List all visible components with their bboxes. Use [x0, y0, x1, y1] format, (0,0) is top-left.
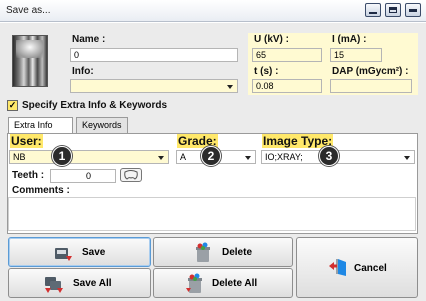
chevron-down-icon: [227, 85, 233, 89]
save-all-icon: [45, 277, 63, 293]
extra-info-checkbox-label: Specify Extra Info & Keywords: [22, 100, 168, 111]
close-button[interactable]: [405, 3, 421, 17]
current-field[interactable]: 15: [330, 48, 382, 62]
callout-badge-1: 1: [52, 146, 72, 166]
chevron-down-icon: [245, 156, 251, 160]
maximize-icon: [389, 7, 397, 13]
user-dropdown[interactable]: NB: [9, 150, 169, 164]
current-label: I (mA) :: [332, 34, 367, 45]
delete-all-label: Delete All: [212, 278, 258, 289]
tab-keywords[interactable]: Keywords: [76, 117, 128, 133]
cancel-button[interactable]: Cancel: [296, 237, 418, 298]
delete-button[interactable]: Delete: [153, 237, 293, 267]
tooth-icon: [124, 170, 138, 180]
save-label: Save: [82, 247, 106, 258]
teeth-field[interactable]: 0: [50, 169, 116, 183]
trash-icon: [196, 242, 210, 262]
info-dropdown[interactable]: [70, 79, 238, 93]
dap-field[interactable]: [330, 79, 412, 93]
callout-badge-3: 3: [319, 146, 339, 166]
grade-value: A: [180, 152, 187, 162]
save-all-button[interactable]: Save All: [8, 268, 151, 298]
comments-label: Comments :: [12, 185, 70, 196]
image-type-value: IO;XRAY;: [265, 152, 303, 162]
comments-textarea[interactable]: [8, 197, 416, 231]
chevron-down-icon: [158, 156, 164, 160]
maximize-button[interactable]: [385, 3, 401, 17]
callout-badge-2: 2: [201, 146, 221, 166]
tab-extra-info[interactable]: Extra Info: [8, 117, 73, 134]
minimize-icon: [369, 12, 377, 14]
chevron-down-icon: [404, 156, 410, 160]
user-value: NB: [13, 152, 26, 162]
name-label: Name :: [72, 34, 106, 45]
delete-all-button[interactable]: Delete All: [153, 268, 293, 298]
exit-door-icon: [329, 259, 346, 276]
minimize-button[interactable]: [365, 3, 381, 17]
teeth-chart-button[interactable]: [120, 168, 142, 182]
dap-label: DAP (mGycm²) :: [332, 66, 409, 77]
user-label: User:: [10, 134, 43, 148]
title-bar: Save as...: [0, 0, 426, 22]
time-field[interactable]: 0.08: [252, 79, 322, 93]
save-button[interactable]: Save: [8, 237, 151, 267]
window-title: Save as...: [6, 5, 51, 16]
voltage-label: U (kV) :: [254, 34, 289, 45]
voltage-field[interactable]: 65: [252, 48, 322, 62]
teeth-label: Teeth :: [12, 170, 45, 181]
xray-thumbnail: [12, 35, 48, 87]
info-label: Info:: [72, 66, 94, 77]
time-label: t (s) :: [254, 66, 279, 77]
cancel-label: Cancel: [354, 263, 387, 274]
trash-all-icon: [186, 273, 202, 293]
extra-info-checkbox[interactable]: ✓: [7, 100, 18, 111]
save-all-label: Save All: [73, 278, 112, 289]
name-field[interactable]: 0: [70, 48, 238, 62]
image-type-label: Image Type:: [262, 134, 334, 148]
close-icon: [409, 9, 417, 12]
save-icon: [55, 248, 72, 261]
delete-label: Delete: [222, 247, 253, 258]
